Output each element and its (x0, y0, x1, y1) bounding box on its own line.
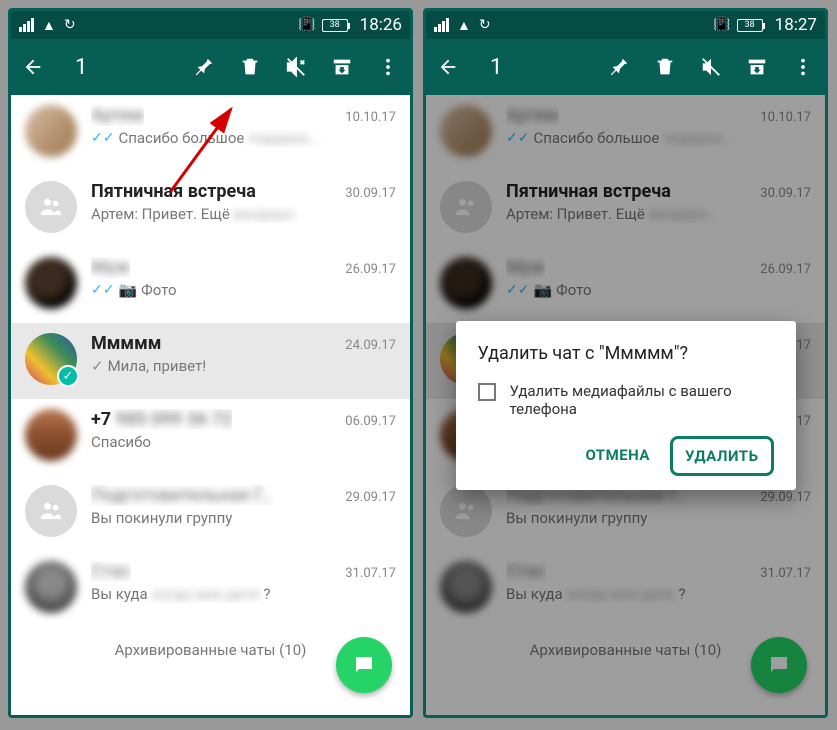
chat-name: Артем (91, 105, 144, 126)
delete-media-checkbox[interactable]: Удалить медиафайлы с вашего телефона (478, 382, 774, 418)
chat-preview: Вы куда когда мне дети ? (91, 585, 396, 603)
overflow-menu[interactable] (376, 55, 400, 79)
chat-row[interactable]: ✓ Ммммм 24.09.17 ✓ Мила, привет! (11, 323, 410, 399)
checkbox-label: Удалить медиафайлы с вашего телефона (510, 382, 774, 418)
clock: 18:27 (775, 15, 817, 35)
chat-name: Подготовительная Г… (91, 485, 273, 506)
chat-list[interactable]: Артем 10.10.17 ✓✓ Спасибо большое подарк… (11, 95, 410, 715)
avatar[interactable] (25, 105, 77, 157)
chat-date: 30.09.17 (345, 186, 396, 201)
chat-date: 24.09.17 (345, 338, 396, 353)
chat-date: 29.09.17 (345, 490, 396, 505)
confirm-delete-button[interactable]: УДАЛИТЬ (670, 436, 774, 476)
new-chat-fab[interactable] (336, 637, 392, 693)
chat-preview: Вы покинули группу (91, 509, 396, 527)
chat-preview: ✓ Мила, привет! (91, 357, 396, 375)
avatar[interactable] (25, 561, 77, 613)
chat-date: 31.07.17 (345, 566, 396, 581)
delete-button[interactable] (653, 55, 677, 79)
selected-check-icon: ✓ (57, 365, 79, 387)
checkbox-icon[interactable] (478, 383, 496, 401)
pin-button[interactable] (192, 55, 216, 79)
read-ticks-icon: ✓✓ (91, 282, 114, 298)
cancel-button[interactable]: ОТМЕНА (573, 436, 662, 476)
chat-date: 26.09.17 (345, 262, 396, 277)
pin-button[interactable] (607, 55, 631, 79)
chat-date: 06.09.17 (345, 414, 396, 429)
camera-icon: 📷 (118, 281, 137, 299)
warning-icon: ▲ (42, 17, 56, 34)
chat-preview: Артем: Привет. Ещё вендоро. (91, 205, 396, 223)
battery-icon: 38 (737, 19, 763, 32)
avatar[interactable] (25, 181, 77, 233)
chat-name: Ммммм (91, 333, 161, 354)
chat-name: Муж (91, 257, 130, 278)
chat-row[interactable]: +7 985 099 36 72 06.09.17 Спасибо (11, 399, 410, 475)
mute-button[interactable] (699, 55, 723, 79)
chat-row[interactable]: Муж 26.09.17 ✓✓ 📷 Фото (11, 247, 410, 323)
selection-count: 1 (75, 55, 87, 80)
chat-preview: ✓✓ 📷 Фото (91, 281, 396, 299)
chat-date: 10.10.17 (345, 110, 396, 125)
avatar[interactable] (25, 409, 77, 461)
chat-row[interactable]: Стас 31.07.17 Вы куда когда мне дети ? (11, 551, 410, 627)
chat-row[interactable]: Подготовительная Г… 29.09.17 Вы покинули… (11, 475, 410, 551)
dialog-title: Удалить чат с "Ммммм"? (478, 343, 774, 364)
battery-icon: 38 (322, 19, 348, 32)
read-ticks-icon: ✓✓ (91, 130, 114, 146)
clock: 18:26 (360, 15, 402, 35)
avatar[interactable]: ✓ (25, 333, 77, 385)
selection-count: 1 (490, 55, 502, 80)
avatar[interactable] (25, 485, 77, 537)
chat-preview: ✓✓ Спасибо большое подарки… (91, 129, 396, 147)
signal-icon (434, 18, 449, 32)
back-button[interactable] (21, 55, 45, 79)
warning-icon: ▲ (457, 17, 471, 34)
action-bar: 1 (426, 39, 825, 95)
sync-icon: ↻ (64, 17, 76, 33)
chat-name: Стас (91, 561, 131, 582)
chat-preview: Спасибо (91, 433, 396, 451)
chat-row[interactable]: Пятничная встреча 30.09.17 Артем: Привет… (11, 171, 410, 247)
chat-name: +7 985 099 36 72 (91, 409, 232, 430)
delete-button[interactable] (238, 55, 262, 79)
phone-left: ▲ ↻ 📳 38 18:26 1 (8, 8, 413, 718)
chat-name: Пятничная встреча (91, 181, 256, 202)
delete-chat-dialog: Удалить чат с "Ммммм"? Удалить медиафайл… (456, 321, 796, 490)
archive-button[interactable] (330, 55, 354, 79)
chat-list: Артем10.10.17✓✓Спасибо большоеподарки… П… (426, 95, 825, 715)
avatar[interactable] (25, 257, 77, 309)
action-bar: 1 (11, 39, 410, 95)
archive-button[interactable] (745, 55, 769, 79)
mute-button[interactable] (284, 55, 308, 79)
status-bar: ▲ ↻ 📳 38 18:27 (426, 11, 825, 39)
status-bar: ▲ ↻ 📳 38 18:26 (11, 11, 410, 39)
overflow-menu[interactable] (791, 55, 815, 79)
signal-icon (19, 18, 34, 32)
back-button[interactable] (436, 55, 460, 79)
phone-right: ▲ ↻ 📳 38 18:27 1 Артем10.10.17✓✓Спасибо … (423, 8, 828, 718)
sent-tick-icon: ✓ (91, 357, 104, 375)
chat-row[interactable]: Артем 10.10.17 ✓✓ Спасибо большое подарк… (11, 95, 410, 171)
modal-overlay[interactable]: Удалить чат с "Ммммм"? Удалить медиафайл… (426, 95, 825, 715)
vibrate-icon: 📳 (713, 17, 730, 33)
vibrate-icon: 📳 (298, 17, 315, 33)
sync-icon: ↻ (479, 17, 491, 33)
